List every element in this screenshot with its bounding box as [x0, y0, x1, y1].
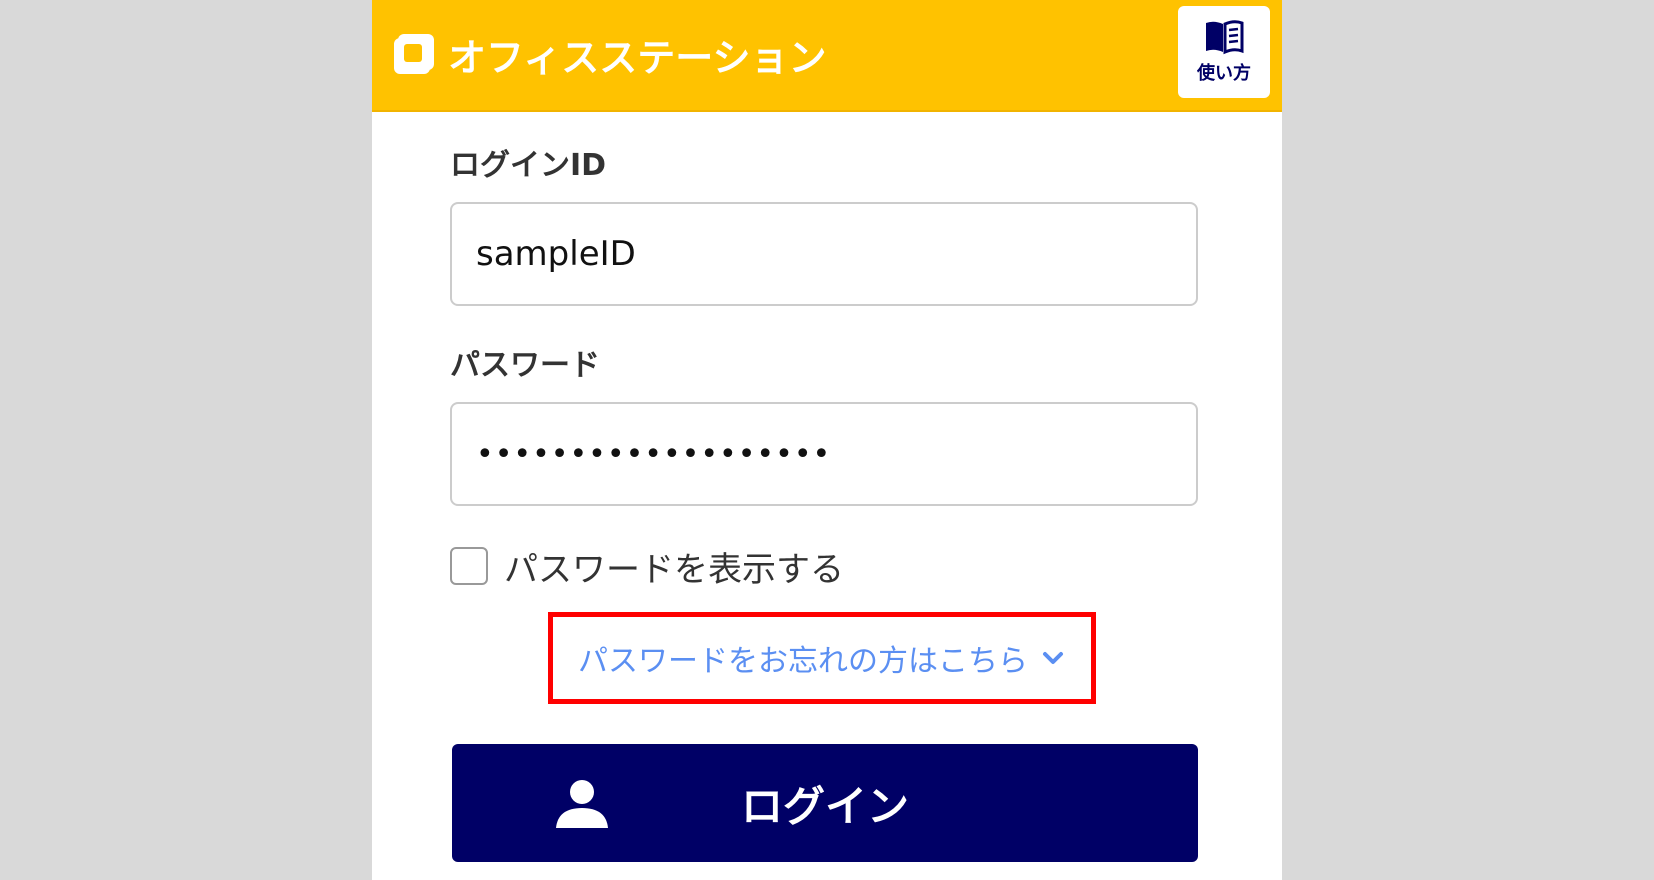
chevron-down-icon	[1043, 652, 1063, 664]
howto-label: 使い方	[1197, 63, 1251, 84]
password-label: パスワード	[450, 348, 600, 383]
login-button-label: ログイン	[740, 782, 909, 830]
login-button[interactable]: ログイン	[452, 744, 1198, 862]
user-icon	[556, 780, 608, 828]
login-screen: オフィスステーション 使い方 ログインID パスワード パスワードを表示する	[372, 0, 1282, 880]
howto-button[interactable]: 使い方	[1178, 6, 1270, 98]
app-header: オフィスステーション 使い方	[372, 0, 1282, 112]
highlight-box: パスワードをお忘れの方はこちら	[548, 612, 1096, 704]
show-password-label: パスワードを表示する	[504, 549, 844, 590]
office-station-logo-icon	[394, 34, 434, 74]
login-id-label: ログインID	[450, 148, 607, 183]
show-password-toggle[interactable]: パスワードを表示する	[450, 544, 844, 590]
book-icon	[1206, 20, 1244, 55]
page-background: オフィスステーション 使い方 ログインID パスワード パスワードを表示する	[0, 0, 1654, 880]
login-id-input[interactable]	[450, 202, 1198, 306]
app-name: オフィスステーション	[448, 35, 827, 80]
forgot-password-link[interactable]: パスワードをお忘れの方はこちら	[578, 636, 1066, 680]
forgot-password-text: パスワードをお忘れの方はこちら	[578, 644, 1028, 679]
app-logo[interactable]: オフィスステーション	[392, 30, 826, 80]
show-password-checkbox[interactable]	[450, 547, 488, 585]
password-input[interactable]	[450, 402, 1198, 506]
